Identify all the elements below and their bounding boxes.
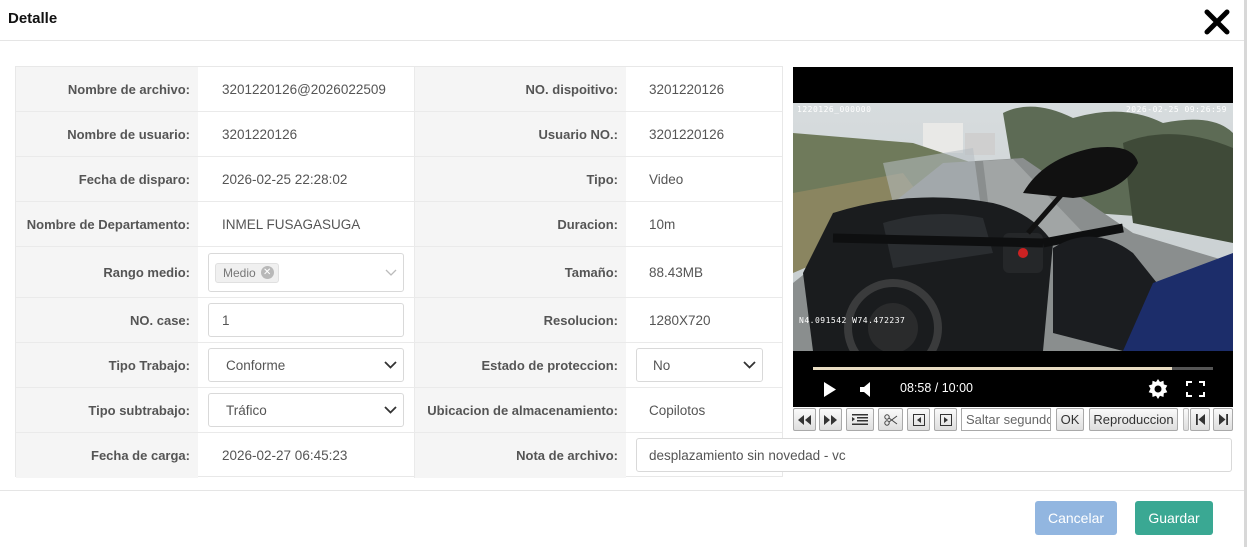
fast-forward-icon[interactable] [819,408,842,431]
form-row: Nombre de Departamento: INMEL FUSAGASUGA… [16,202,782,247]
rewind-icon[interactable] [793,408,816,431]
form-row: NO. case: 1 Resolucion: 1280X720 [16,298,782,343]
value-duracion: 10m [649,216,676,232]
tipo-subtrabajo-select[interactable]: Tráfico [208,393,404,427]
value-tamano: 88.43MB [649,264,704,280]
value-nombre-usuario: 3201220126 [222,126,298,142]
form-row: Tipo Trabajo: Conforme Estado de protecc… [16,343,782,388]
play-icon[interactable] [823,382,837,402]
close-icon[interactable] [1204,9,1230,35]
scissors-icon[interactable] [878,408,903,431]
video-player[interactable]: 1220126_000000 2026-02-25 09:26:59 N4.09… [793,67,1233,407]
player-toolbar: Saltar segundos OK Reproduccion [793,408,1233,432]
no-case-input[interactable]: 1 [208,303,404,337]
label-departamento: Nombre de Departamento: [16,202,198,246]
label-ubicacion: Ubicacion de almacenamiento: [415,388,626,432]
label-nombre-archivo: Nombre de archivo: [16,67,198,111]
nota-archivo-input[interactable]: desplazamiento sin novedad - vc [636,438,1232,472]
osd-gps: N4.091542 W74.472237 [799,316,906,325]
osd-device: 1220126_000000 [797,105,872,114]
label-fecha-carga: Fecha de carga: [16,433,198,478]
label-no-case: NO. case: [16,298,198,342]
estado-proteccion-select[interactable]: No [636,348,763,382]
rango-medio-select[interactable]: Medio ✕ [208,253,404,292]
value-nombre-archivo: 3201220126@2026022509 [222,81,386,97]
progress-fill [813,367,1172,370]
fullscreen-icon[interactable] [1186,381,1205,402]
volume-icon[interactable] [859,382,873,402]
form-row: Nombre de archivo: 3201220126@2026022509… [16,67,782,112]
value-resolucion: 1280X720 [649,312,711,328]
label-no-dispositivo: NO. dispoitivo: [415,67,626,111]
list-icon[interactable] [846,408,874,431]
cancel-button[interactable]: Cancelar [1035,501,1117,535]
chevron-down-icon [384,361,397,369]
value-usuario-no: 3201220126 [649,126,725,142]
tag-remove-icon[interactable]: ✕ [260,266,274,279]
chevron-down-icon [385,269,397,276]
form-row: Fecha de disparo: 2026-02-25 22:28:02 Ti… [16,157,782,202]
value-no-dispositivo: 3201220126 [649,81,725,97]
modal-title: Detalle [8,10,58,27]
label-tamano: Tamaño: [415,247,626,297]
value-tipo: Video [649,171,684,187]
label-tipo-trabajo: Tipo Trabajo: [16,343,198,387]
value-ubicacion: Copilotos [649,402,706,418]
label-nota-archivo: Nota de archivo: [415,433,626,478]
video-frame-image [793,103,1233,351]
skip-end-icon[interactable] [1213,408,1233,431]
label-usuario-no: Usuario NO.: [415,112,626,156]
label-rango-medio: Rango medio: [16,247,198,297]
rango-medio-tag-label: Medio [223,265,256,280]
ok-button[interactable]: OK [1056,408,1084,431]
seek-seconds-input[interactable]: Saltar segundos [961,408,1051,431]
skip-start-icon[interactable] [1190,408,1210,431]
save-button[interactable]: Guardar [1135,501,1213,535]
playback-time: 08:58 / 10:00 [900,381,973,395]
playback-button[interactable]: Reproduccion [1089,408,1178,431]
detail-form: Nombre de archivo: 3201220126@2026022509… [15,66,783,478]
chevron-down-icon [743,361,756,369]
toolbar-divider [1183,408,1189,431]
progress-bar[interactable] [813,367,1213,370]
next-frame-icon[interactable] [934,408,957,431]
estado-proteccion-value: No [653,357,671,373]
video-controls: 08:58 / 10:00 [793,351,1233,407]
label-duracion: Duracion: [415,202,626,246]
tipo-trabajo-value: Conforme [226,357,286,373]
form-row: Rango medio: Medio ✕ Tamaño: 88.43MB [16,247,782,298]
label-tipo: Tipo: [415,157,626,201]
rango-medio-tag: Medio ✕ [215,262,279,283]
label-estado-proteccion: Estado de proteccion: [415,343,626,387]
video-frame: 1220126_000000 2026-02-25 09:26:59 N4.09… [793,103,1233,351]
modal-header: Detalle [0,0,1244,41]
chevron-down-icon [384,406,397,414]
label-tipo-subtrabajo: Tipo subtrabajo: [16,388,198,432]
prev-frame-icon[interactable] [907,408,930,431]
tipo-subtrabajo-value: Tráfico [226,402,267,418]
gear-icon[interactable] [1148,379,1168,404]
tipo-trabajo-select[interactable]: Conforme [208,348,404,382]
value-fecha-carga: 2026-02-27 06:45:23 [222,448,348,463]
label-fecha-disparo: Fecha de disparo: [16,157,198,201]
footer-divider [0,490,1244,491]
form-row: Nombre de usuario: 3201220126 Usuario NO… [16,112,782,157]
label-nombre-usuario: Nombre de usuario: [16,112,198,156]
osd-datetime: 2026-02-25 09:26:59 [1125,105,1227,114]
value-fecha-disparo: 2026-02-25 22:28:02 [222,171,348,187]
label-resolucion: Resolucion: [415,298,626,342]
value-departamento: INMEL FUSAGASUGA [222,216,361,232]
form-row: Tipo subtrabajo: Tráfico Ubicacion de al… [16,388,782,433]
